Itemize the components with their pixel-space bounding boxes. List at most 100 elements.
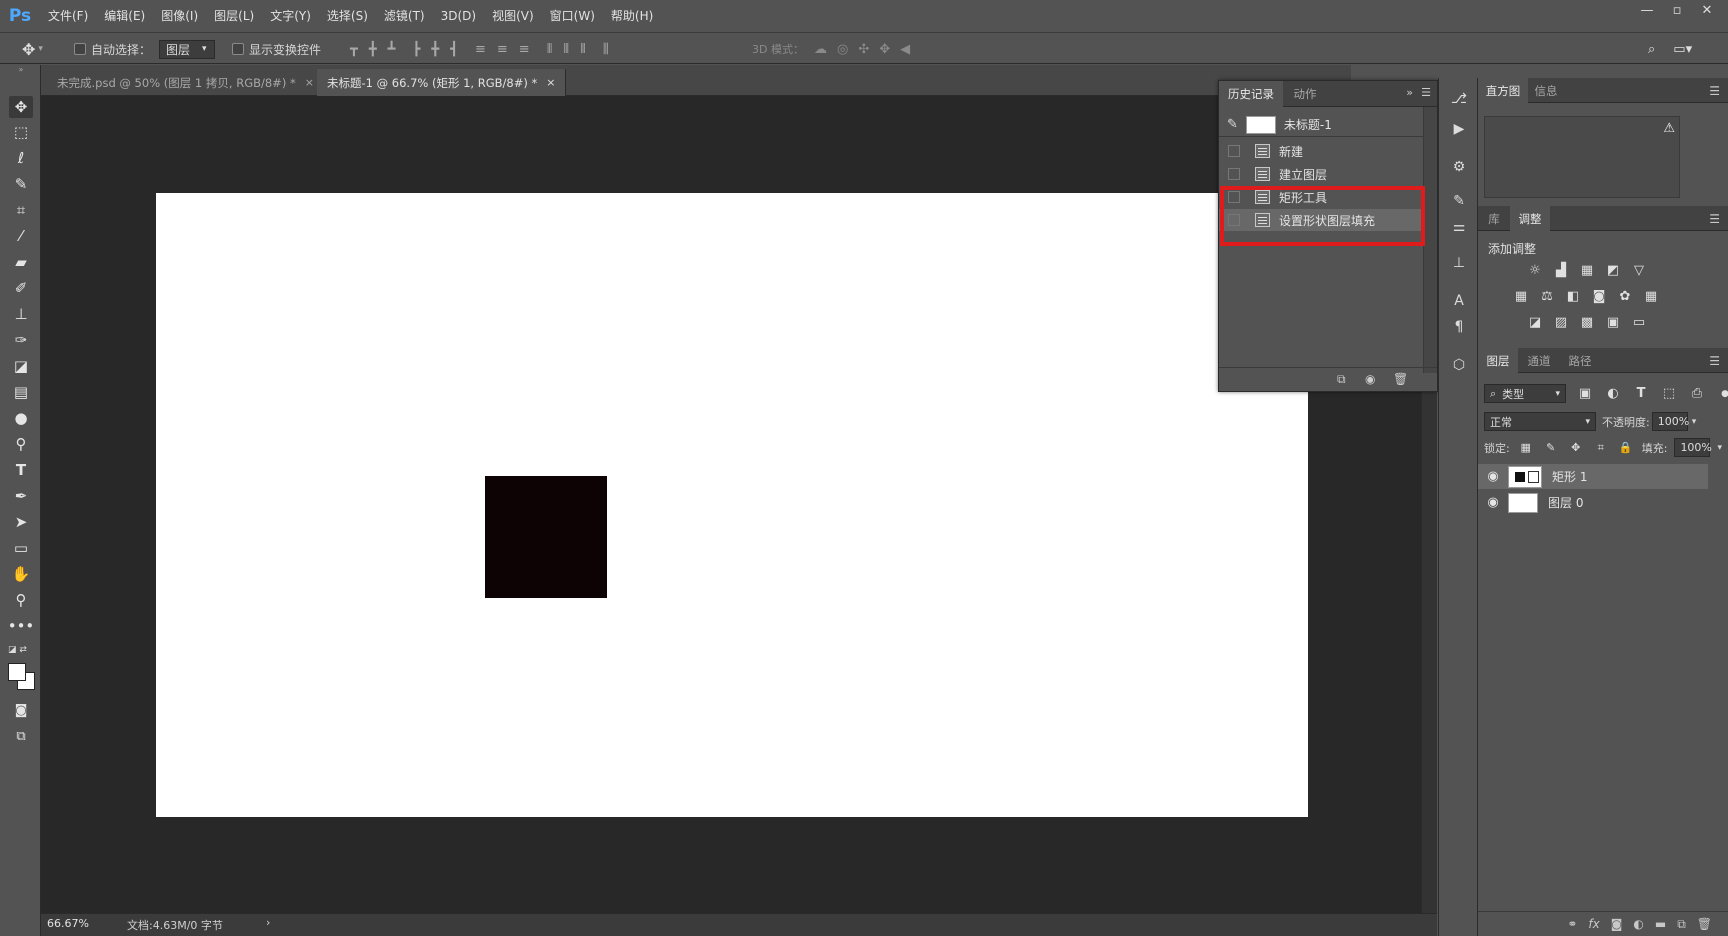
3d-roll-icon[interactable]: ◎ bbox=[837, 42, 848, 57]
chevron-down-icon[interactable]: ▾ bbox=[1717, 443, 1722, 453]
lock-artboard-icon[interactable]: ⌗ bbox=[1592, 440, 1610, 456]
restore-button[interactable]: ▫ bbox=[1662, 0, 1692, 22]
history-item[interactable]: 新建 bbox=[1219, 140, 1423, 162]
gradient-map-icon[interactable]: ▭ bbox=[1630, 314, 1648, 330]
zoom-level[interactable]: 66.67% bbox=[47, 917, 89, 930]
channel-mixer-icon[interactable]: ✿ bbox=[1616, 288, 1634, 304]
show-transform-checkbox[interactable] bbox=[232, 43, 244, 55]
hand-tool-icon[interactable]: ✋ bbox=[9, 563, 33, 585]
distribute-vcenter-icon[interactable]: ≡ bbox=[497, 42, 508, 57]
filter-adjustment-icon[interactable]: ◐ bbox=[1604, 386, 1622, 402]
filter-type-icon[interactable]: T bbox=[1632, 386, 1650, 402]
menu-3d[interactable]: 3D(D) bbox=[433, 0, 484, 32]
collapse-panel-icon[interactable]: » bbox=[1406, 86, 1413, 99]
menu-select[interactable]: 选择(S) bbox=[319, 0, 376, 32]
3d-scale-icon[interactable]: ◀ bbox=[900, 42, 910, 57]
marquee-tool-icon[interactable]: ⬚ bbox=[9, 121, 33, 143]
rectangle-shape[interactable] bbox=[485, 476, 607, 598]
layer-filter-dropdown[interactable]: ⌕ 类型 ▾ bbox=[1484, 384, 1566, 403]
levels-icon[interactable]: ▟ bbox=[1552, 262, 1570, 278]
history-panel-icon[interactable]: ⎇ bbox=[1447, 88, 1471, 110]
paragraph-panel-icon[interactable]: ¶ bbox=[1447, 316, 1471, 338]
new-group-icon[interactable]: ▬ bbox=[1655, 917, 1666, 931]
history-source-checkbox[interactable] bbox=[1228, 145, 1240, 157]
hue-saturation-icon[interactable]: ▦ bbox=[1512, 288, 1530, 304]
3d-panel-icon[interactable]: ⬡ bbox=[1447, 354, 1471, 376]
new-layer-icon[interactable]: ⧉ bbox=[1677, 917, 1686, 932]
menu-window[interactable]: 窗口(W) bbox=[542, 0, 603, 32]
menu-file[interactable]: 文件(F) bbox=[40, 0, 96, 32]
clone-source-icon[interactable]: ⊥ bbox=[1447, 252, 1471, 274]
filter-smart-object-icon[interactable]: ⎙ bbox=[1688, 386, 1706, 402]
3d-pan-icon[interactable]: ✣ bbox=[858, 42, 869, 57]
auto-select-checkbox[interactable] bbox=[74, 43, 86, 55]
menu-edit[interactable]: 编辑(E) bbox=[96, 0, 153, 32]
layer-row[interactable]: ◉ 图层 0 bbox=[1478, 490, 1708, 515]
auto-align-icon[interactable]: ⫼ bbox=[603, 42, 609, 57]
quick-mask-icon[interactable]: ◙ bbox=[9, 699, 33, 721]
lasso-tool-icon[interactable]: ℓ bbox=[9, 147, 33, 169]
history-item[interactable]: 建立图层 bbox=[1219, 163, 1423, 185]
menu-view[interactable]: 视图(V) bbox=[484, 0, 542, 32]
tab-info[interactable]: 信息 bbox=[1528, 78, 1564, 104]
more-tools-icon[interactable]: ••• bbox=[8, 615, 35, 637]
filter-toggle-icon[interactable]: ● bbox=[1716, 386, 1728, 402]
distribute-bottom-icon[interactable]: ≡ bbox=[519, 42, 530, 57]
color-lookup-icon[interactable]: ▦ bbox=[1642, 288, 1660, 304]
collapse-arrows-icon[interactable]: » bbox=[9, 65, 33, 74]
vibrance-icon[interactable]: ▽ bbox=[1630, 262, 1648, 278]
photo-filter-icon[interactable]: ◙ bbox=[1590, 288, 1608, 304]
character-panel-icon[interactable]: A bbox=[1447, 290, 1471, 312]
brush-tool-icon[interactable]: ✐ bbox=[9, 277, 33, 299]
history-brush-source-icon[interactable]: ✎ bbox=[1227, 117, 1238, 132]
layer-row-selected[interactable]: ◉ 矩形 1 bbox=[1478, 464, 1708, 489]
camera-icon[interactable]: ◉ bbox=[1365, 372, 1375, 386]
path-select-tool-icon[interactable]: ➤ bbox=[9, 511, 33, 533]
color-balance-icon[interactable]: ⚖ bbox=[1538, 288, 1556, 304]
warning-icon[interactable]: ⚠ bbox=[1663, 121, 1675, 136]
swap-colors-icon[interactable]: ◪ ⇄ bbox=[8, 645, 34, 659]
menu-help[interactable]: 帮助(H) bbox=[603, 0, 661, 32]
tab-untitled[interactable]: 未标题-1 @ 66.7% (矩形 1, RGB/8#) * × bbox=[317, 69, 567, 96]
link-layers-icon[interactable]: ⚭ bbox=[1567, 917, 1577, 931]
align-right-icon[interactable]: ┫ bbox=[450, 42, 458, 57]
fx-icon[interactable]: fx bbox=[1588, 917, 1599, 931]
align-top-icon[interactable]: ┳ bbox=[350, 42, 358, 57]
align-left-icon[interactable]: ┣ bbox=[412, 42, 420, 57]
brush-presets-icon[interactable]: ⚌ bbox=[1447, 216, 1471, 238]
brush-panel-icon[interactable]: ✎ bbox=[1447, 190, 1471, 212]
align-vcenter-icon[interactable]: ╋ bbox=[369, 42, 377, 57]
fill-field[interactable]: 100% bbox=[1674, 438, 1712, 457]
tab-layers[interactable]: 图层 bbox=[1478, 348, 1518, 374]
tab-actions[interactable]: 动作 bbox=[1283, 81, 1327, 107]
eyedropper-tool-icon[interactable]: ⁄ bbox=[9, 225, 33, 247]
dodge-tool-icon[interactable]: ⚲ bbox=[9, 433, 33, 455]
3d-rotate-icon[interactable]: ☁ bbox=[814, 42, 827, 57]
curves-icon[interactable]: ▦ bbox=[1578, 262, 1596, 278]
3d-slide-icon[interactable]: ✥ bbox=[879, 42, 890, 57]
panel-menu-icon[interactable]: ☰ bbox=[1709, 212, 1720, 226]
status-menu-arrow-icon[interactable]: › bbox=[266, 916, 270, 929]
minimize-button[interactable]: — bbox=[1632, 0, 1662, 22]
distribute-left-icon[interactable]: ⦀ bbox=[547, 42, 553, 57]
gradient-tool-icon[interactable]: ▤ bbox=[9, 381, 33, 403]
crop-tool-icon[interactable]: ⌗ bbox=[9, 199, 33, 221]
menu-image[interactable]: 图像(I) bbox=[153, 0, 206, 32]
actions-panel-icon[interactable]: ▶ bbox=[1447, 118, 1471, 140]
lock-position-icon[interactable]: ✥ bbox=[1567, 440, 1585, 456]
lock-transparent-icon[interactable]: ▦ bbox=[1517, 440, 1535, 456]
workspace-icon[interactable]: ▭▾ bbox=[1673, 42, 1692, 57]
chevron-down-icon[interactable]: ▾ bbox=[1692, 417, 1697, 427]
rectangle-tool-icon[interactable]: ▭ bbox=[9, 537, 33, 559]
quick-select-tool-icon[interactable]: ✎ bbox=[9, 173, 33, 195]
eraser-tool-icon[interactable]: ◪ bbox=[9, 355, 33, 377]
menu-filter[interactable]: 滤镜(T) bbox=[376, 0, 433, 32]
distribute-right-icon[interactable]: ⦀ bbox=[580, 42, 586, 57]
menu-type[interactable]: 文字(Y) bbox=[262, 0, 319, 32]
type-tool-icon[interactable]: T bbox=[9, 459, 33, 481]
filter-pixel-icon[interactable]: ▣ bbox=[1576, 386, 1594, 402]
threshold-icon[interactable]: ▩ bbox=[1578, 314, 1596, 330]
menu-layer[interactable]: 图层(L) bbox=[206, 0, 262, 32]
history-brush-tool-icon[interactable]: ✑ bbox=[9, 329, 33, 351]
distribute-top-icon[interactable]: ≡ bbox=[475, 42, 486, 57]
